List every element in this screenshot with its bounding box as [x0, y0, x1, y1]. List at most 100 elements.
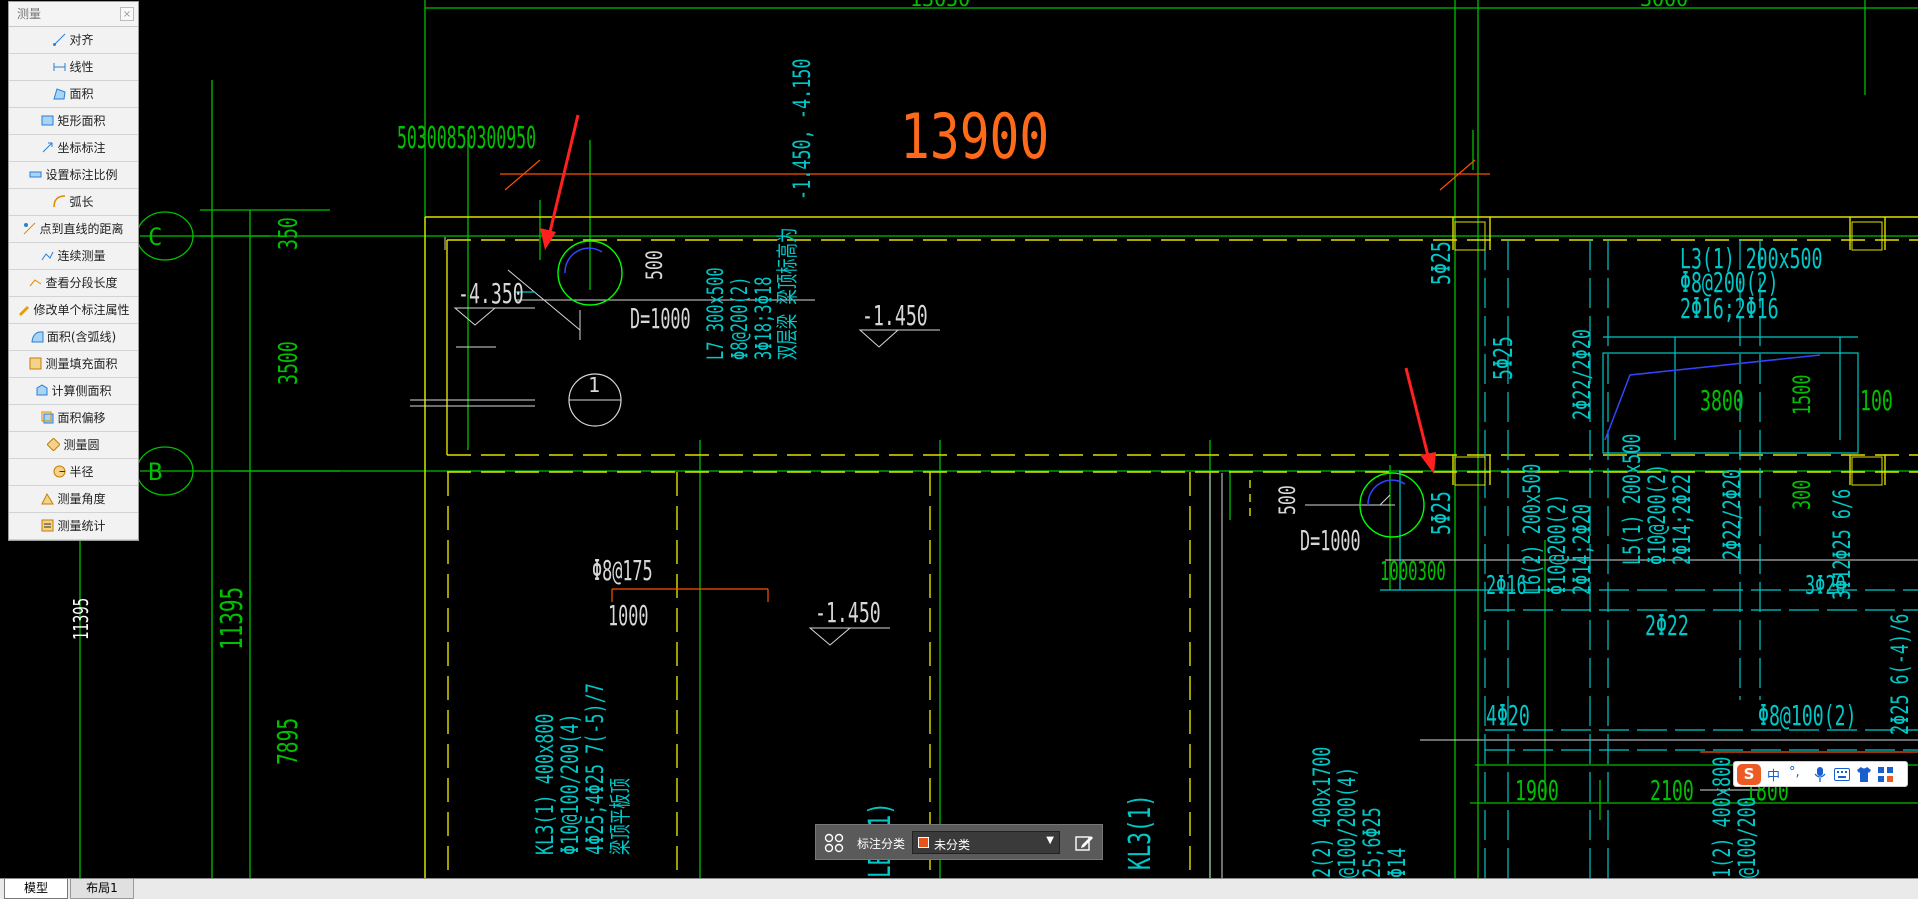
hatch-area-icon [29, 357, 42, 370]
dim-100: 100 [1860, 384, 1893, 417]
big-dimension-13900: 13900 [900, 102, 1049, 174]
axis-bubbles [136, 211, 194, 496]
measure-tool-area[interactable]: 面积 [9, 81, 138, 108]
measure-tool-area-offset[interactable]: 面积偏移 [9, 405, 138, 432]
top-small-dims: 50300850300950 [397, 121, 536, 156]
area-icon [53, 88, 67, 100]
beam-l7-line3: 3Φ18;3Φ18 [751, 277, 776, 360]
left-dim-11395-green: 11395 [215, 587, 250, 650]
radius-icon [53, 465, 66, 478]
dim-1900: 1900 [1515, 774, 1559, 807]
measure-tool-label: 点到直线的距离 [39, 222, 124, 236]
drawing-svg: 13050 3000 13900 50300850300950 350 3500… [71, 0, 1918, 878]
side-area-icon [36, 384, 48, 396]
measure-tool-arc-area[interactable]: 面积(含弧线) [9, 324, 138, 351]
statistics-icon [41, 519, 54, 532]
elevation-1450-b: -1.450 [815, 596, 881, 629]
classify-selected-value: 未分类 [934, 838, 971, 852]
arc-length-icon [53, 195, 66, 208]
measure-tool-scale[interactable]: 设置标注比例 [9, 162, 138, 189]
beam-l3-line3: 2Φ16;2Φ16 [1680, 292, 1779, 325]
measure-tool-aligned-dimension[interactable]: 对齐 [9, 27, 138, 54]
left-dim-11395-white: 11395 [71, 598, 94, 640]
beam-l1-line2: @100/200 [1733, 797, 1761, 878]
ime-punctuation[interactable]: °, [1789, 765, 1800, 780]
measure-tool-label: 连续测量 [57, 249, 106, 263]
measure-tool-linear-dimension[interactable]: 线性 [9, 54, 138, 81]
measure-tool-edit-dimension[interactable]: 修改单个标注属性 [9, 297, 138, 324]
kl3-b-label: KL3(1) [1123, 794, 1158, 870]
coordinate-icon [43, 142, 53, 153]
beam-l2-line4: Φ14 [1383, 848, 1411, 878]
measure-tool-label: 修改单个标注属性 [33, 303, 130, 317]
beam-l1-line1: 1(2) 400x800 [1708, 757, 1736, 878]
microphone-icon[interactable] [1814, 767, 1826, 782]
linear-dimension-icon [53, 63, 66, 71]
ime-mode-chinese[interactable]: 中 [1767, 765, 1780, 784]
dim-1500: 1500 [1788, 375, 1816, 415]
cad-drawing-canvas[interactable]: 13050 3000 13900 50300850300950 350 3500… [0, 0, 1918, 878]
layout-tab-bar: 模型 布局1 [0, 878, 1918, 899]
beam-l2-line3: 25;6Φ25 [1358, 807, 1386, 878]
measure-tool-angle[interactable]: 测量角度 [9, 486, 138, 513]
measure-tool-hatch-area[interactable]: 测量填充面积 [9, 351, 138, 378]
beam-l6-line3: 2Φ14;2Φ20 [1568, 504, 1596, 595]
rebar-4phi20: 4Φ20 [1486, 699, 1530, 732]
top-dim-left: 13050 [910, 0, 970, 11]
kl3-line2: Φ10@100/200(4) [556, 713, 584, 855]
classify-select[interactable]: 未分类 ▼ [912, 831, 1060, 854]
beam-l2-line2: @100/200(4) [1333, 767, 1361, 878]
sogou-logo-icon[interactable]: S [1737, 764, 1761, 785]
skin-shirt-icon[interactable] [1856, 767, 1872, 782]
measure-tool-point-line[interactable]: 点到直线的距离 [9, 216, 138, 243]
measure-tool-label: 弧长 [69, 195, 94, 209]
measure-tool-radius[interactable]: 半径 [9, 459, 138, 486]
edit-icon[interactable] [1074, 833, 1094, 853]
measure-tool-segment-length[interactable]: 查看分段长度 [9, 270, 138, 297]
measure-tool-side-area[interactable]: 计算侧面积 [9, 378, 138, 405]
point-line-icon [24, 222, 36, 235]
measure-tool-continuous-measure[interactable]: 连续测量 [9, 243, 138, 270]
toolbox-grid-icon[interactable] [1878, 767, 1893, 782]
measure-panel-title-text: 测量 [17, 7, 42, 21]
measure-tool-label: 半径 [69, 465, 94, 479]
beam-l7-line4: 双层梁 梁顶标高为 [775, 228, 800, 360]
segment-length-icon [30, 279, 42, 287]
tab-model[interactable]: 模型 [4, 879, 68, 899]
measure-tool-label: 对齐 [69, 33, 94, 47]
axis-label-c: C [148, 223, 162, 251]
dim-500-b: 500 [1275, 485, 1301, 515]
grid-menu-icon[interactable] [824, 833, 844, 853]
measure-tool-statistics[interactable]: 测量统计 [9, 513, 138, 540]
axis-label-b: B [148, 458, 162, 486]
measure-tool-circle-measure[interactable]: 测量圆 [9, 432, 138, 459]
beam-l6-line2: Φ10@200(2) [1543, 494, 1571, 595]
beam-l5-line2: Φ10@200(2) [1643, 464, 1671, 565]
measure-tool-coordinate[interactable]: 坐标标注 [9, 135, 138, 162]
measure-tool-label: 线性 [69, 60, 94, 74]
keyboard-icon[interactable] [1834, 768, 1850, 781]
beam-l7-line2: Φ8@200(2) [727, 277, 752, 360]
measure-tool-label: 矩形面积 [57, 114, 106, 128]
aligned-dimension-icon [53, 33, 66, 46]
rebar-2phi16: 2Φ16 [1486, 571, 1527, 601]
stirrup-phi8-175: Φ8@175 [592, 556, 653, 588]
measure-tool-label: 测量角度 [57, 492, 106, 506]
rebar-3phi12: 3Φ12Φ25 6/6 [1828, 489, 1856, 600]
dim-3800: 3800 [1700, 384, 1744, 417]
edit-dimension-icon [19, 306, 30, 316]
measure-tool-label: 测量圆 [63, 438, 100, 452]
measure-tool-rect-area[interactable]: 矩形面积 [9, 108, 138, 135]
rebar-2phi22: 2Φ22 [1645, 609, 1689, 642]
measure-tool-label: 面积偏移 [57, 411, 106, 425]
close-icon[interactable]: × [120, 7, 134, 21]
measure-tool-arc-length[interactable]: 弧长 [9, 189, 138, 216]
rect-area-icon [41, 115, 54, 126]
chevron-down-icon: ▼ [1046, 835, 1054, 846]
rebar-2phi22-a: 2Φ22/2Φ20 [1568, 329, 1596, 420]
scale-icon [29, 171, 42, 178]
measure-tool-label: 设置标注比例 [45, 168, 118, 182]
dim-500-a: 500 [642, 250, 668, 280]
tab-layout1[interactable]: 布局1 [70, 879, 134, 899]
measure-tool-label: 测量统计 [57, 519, 106, 533]
